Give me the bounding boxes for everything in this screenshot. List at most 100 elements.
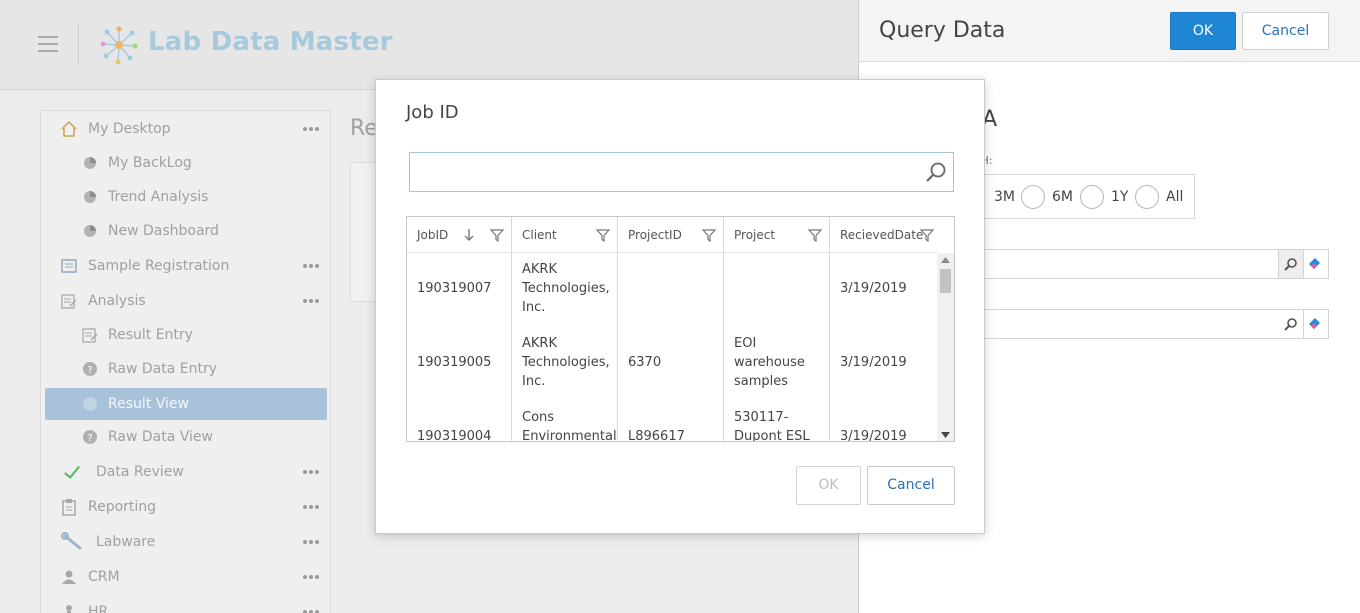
sidebar-item-hr[interactable]: HR xyxy=(41,597,330,613)
sidebar-item-raw-data-view[interactable]: ? Raw Data View xyxy=(41,422,330,452)
month-range-radio-group: 3M 6M 1Y All xyxy=(957,174,1195,219)
hamburger-menu-icon[interactable] xyxy=(38,36,58,52)
sidebar-item-label: Raw Data Entry xyxy=(108,361,218,377)
sidebar-item-label: Data Review xyxy=(96,464,184,480)
brand-title: Lab Data Master xyxy=(148,27,393,57)
sidebar-item-result-entry[interactable]: Result Entry xyxy=(41,320,330,350)
column-header-label: JobID xyxy=(417,227,449,242)
cell-project: 530117-Dupont ESL xyxy=(734,410,810,442)
more-options-icon[interactable] xyxy=(303,540,321,544)
radio-label-3m: 3M xyxy=(994,189,1015,205)
dashboard-pie-icon xyxy=(81,154,99,172)
eraser-icon[interactable] xyxy=(1303,310,1328,338)
sidebar-item-label: Raw Data View xyxy=(108,429,213,445)
dialog-cancel-button[interactable]: Cancel xyxy=(867,466,955,505)
sidebar-item-my-backlog[interactable]: My BackLog xyxy=(41,148,330,178)
cell-date: 3/19/2019 xyxy=(840,429,907,442)
registration-icon xyxy=(60,257,78,275)
sidebar-item-crm[interactable]: CRM xyxy=(41,562,330,592)
sidebar-item-my-desktop[interactable]: My Desktop xyxy=(41,114,330,144)
sidebar-item-label: New Dashboard xyxy=(108,223,219,239)
sidebar-item-label: Reporting xyxy=(88,499,157,515)
column-header-jobid[interactable]: JobID xyxy=(407,217,512,253)
home-icon xyxy=(60,120,78,138)
column-header-label: Project xyxy=(734,227,776,242)
column-header-label: ProjectID xyxy=(628,227,682,242)
panel-ok-button[interactable]: OK xyxy=(1170,12,1236,50)
radio-label-all: All xyxy=(1166,189,1184,205)
user-icon xyxy=(60,568,78,586)
radio-label-1y: 1Y xyxy=(1111,189,1129,205)
scrollbar-thumb[interactable] xyxy=(940,269,951,293)
sidebar-item-reporting[interactable]: Reporting xyxy=(41,492,330,522)
column-header-project[interactable]: Project xyxy=(724,217,830,253)
sidebar-item-label: Sample Registration xyxy=(88,258,230,274)
search-icon[interactable] xyxy=(925,161,947,183)
header-divider xyxy=(78,24,79,66)
panel-title: Query Data xyxy=(879,18,1006,43)
page-title: Re xyxy=(350,116,378,141)
job-grid: JobID Client ProjectID Project RecievedD… xyxy=(406,216,955,442)
dashboard-pie-icon xyxy=(81,222,99,240)
sidebar-item-sample-registration[interactable]: Sample Registration xyxy=(41,251,330,281)
panel-field-1[interactable] xyxy=(957,249,1329,279)
filter-icon[interactable] xyxy=(702,228,716,242)
column-header-label: Client xyxy=(522,227,557,242)
more-options-icon[interactable] xyxy=(303,299,321,303)
column-header-client[interactable]: Client xyxy=(512,217,618,253)
cell-client: AKRK Technologies, Inc. xyxy=(522,262,610,315)
sidebar-item-new-dashboard[interactable]: New Dashboard xyxy=(41,216,330,246)
scroll-down-icon[interactable] xyxy=(941,432,950,438)
search-icon[interactable] xyxy=(1278,250,1303,278)
filter-icon[interactable] xyxy=(808,228,822,242)
dialog-ok-button[interactable]: OK xyxy=(796,466,861,505)
sidebar-item-raw-data-entry[interactable]: ? Raw Data Entry xyxy=(41,354,330,384)
scroll-up-icon[interactable] xyxy=(941,257,950,263)
job-search-box xyxy=(409,152,954,192)
cell-projectid: 6370 xyxy=(628,355,662,370)
filter-icon[interactable] xyxy=(490,228,504,242)
filter-icon[interactable] xyxy=(920,228,934,242)
column-header-label: RecievedDate xyxy=(840,227,924,242)
dashboard-pie-icon xyxy=(81,188,99,206)
help-circle-icon: ? xyxy=(81,428,99,446)
column-header-projectid[interactable]: ProjectID xyxy=(618,217,724,253)
sidebar-item-data-review[interactable]: Data Review xyxy=(41,457,330,487)
panel-header: Query Data OK Cancel xyxy=(859,0,1360,62)
sidebar: My Desktop My BackLog Trend Analysis New… xyxy=(40,110,331,613)
help-circle-icon: ? xyxy=(81,360,99,378)
cell-client: Cons Environmental xyxy=(512,408,618,441)
eraser-icon[interactable] xyxy=(1303,250,1328,278)
sort-descending-icon[interactable] xyxy=(464,228,474,242)
sidebar-item-label: Analysis xyxy=(88,293,146,309)
search-icon[interactable] xyxy=(1278,310,1303,338)
radio-all[interactable] xyxy=(1135,185,1159,209)
edit-document-icon xyxy=(81,326,99,344)
sidebar-item-result-view[interactable]: Result View xyxy=(45,388,327,420)
sidebar-item-labware[interactable]: Labware xyxy=(41,527,330,557)
sidebar-item-trend-analysis[interactable]: Trend Analysis xyxy=(41,182,330,212)
job-search-input[interactable] xyxy=(410,153,915,191)
panel-cancel-button[interactable]: Cancel xyxy=(1242,12,1329,50)
job-id-dialog: Job ID JobID Client ProjectID Project Re… xyxy=(375,79,985,534)
more-options-icon[interactable] xyxy=(303,264,321,268)
cell-jobid: 190319005 xyxy=(417,355,492,370)
sidebar-item-analysis[interactable]: Analysis xyxy=(41,286,330,316)
sidebar-item-label: Result View xyxy=(108,396,189,412)
more-options-icon[interactable] xyxy=(303,505,321,509)
column-header-recieveddate[interactable]: RecievedDate xyxy=(830,217,937,253)
wrench-icon xyxy=(61,532,85,551)
svg-text:?: ? xyxy=(87,433,92,444)
cell-jobid: 190319007 xyxy=(417,281,492,296)
more-options-icon[interactable] xyxy=(303,575,321,579)
svg-text:?: ? xyxy=(87,365,92,376)
filter-icon[interactable] xyxy=(596,228,610,242)
radio-6m[interactable] xyxy=(1021,185,1045,209)
more-options-icon[interactable] xyxy=(303,470,321,474)
radio-1y[interactable] xyxy=(1080,185,1104,209)
vertical-scrollbar[interactable] xyxy=(937,253,954,441)
cell-date: 3/19/2019 xyxy=(840,281,907,296)
cell-date: 3/19/2019 xyxy=(840,355,907,370)
panel-field-2[interactable] xyxy=(957,309,1329,339)
more-options-icon[interactable] xyxy=(303,127,321,131)
